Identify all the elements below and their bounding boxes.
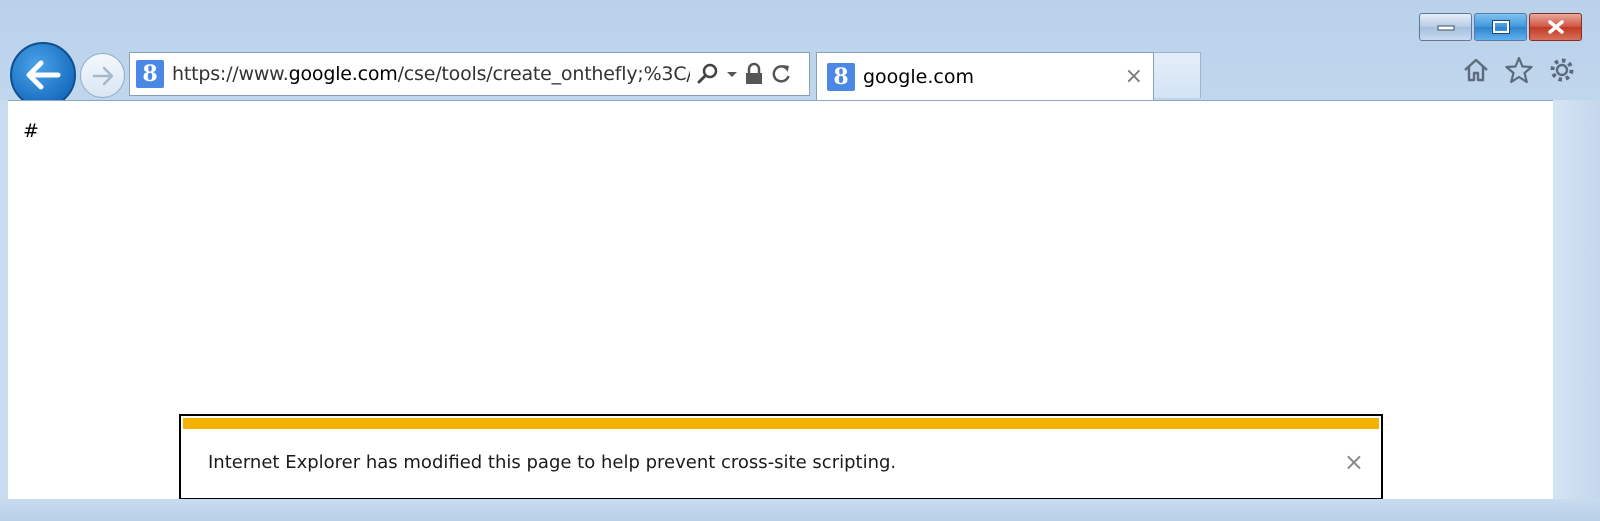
notification-accent-bar xyxy=(183,418,1379,429)
minimize-icon xyxy=(1437,25,1454,31)
lock-icon[interactable] xyxy=(744,62,764,86)
back-button[interactable] xyxy=(10,42,76,108)
command-icons xyxy=(1462,56,1576,84)
tab-favicon: 8 xyxy=(827,62,855,91)
back-arrow-icon xyxy=(26,60,61,90)
notification-close-button[interactable]: × xyxy=(1344,450,1364,474)
site-favicon: 8 xyxy=(136,60,164,88)
home-icon[interactable] xyxy=(1462,56,1490,84)
close-window-button[interactable] xyxy=(1529,13,1582,41)
url-input[interactable]: https://www.google.com/cse/tools/create_… xyxy=(172,63,690,85)
window-frame-bottom xyxy=(0,499,1600,521)
page-text: # xyxy=(23,120,39,142)
page-content: # Internet Explorer has modified this pa… xyxy=(8,100,1553,500)
notification-bar: Internet Explorer has modified this page… xyxy=(179,414,1383,500)
tab-close-button[interactable]: × xyxy=(1125,65,1143,88)
window-frame-right xyxy=(1553,100,1600,499)
url-path: /cse/tools/create_onthefly;%3C/ xyxy=(397,63,690,85)
maximize-icon xyxy=(1491,20,1510,34)
tab-google[interactable]: 8 google.com × xyxy=(816,52,1154,100)
new-tab-button[interactable] xyxy=(1154,52,1201,98)
url-scheme: https://www. xyxy=(172,63,289,85)
address-bar-tools xyxy=(696,62,792,86)
forward-arrow-icon xyxy=(92,66,113,85)
search-icon[interactable] xyxy=(696,62,720,86)
forward-button[interactable] xyxy=(80,53,125,98)
minimize-button[interactable] xyxy=(1419,13,1472,41)
gear-icon[interactable] xyxy=(1548,56,1576,84)
star-icon[interactable] xyxy=(1504,56,1534,84)
notification-message: Internet Explorer has modified this page… xyxy=(208,452,897,473)
window-frame-left xyxy=(0,100,8,499)
refresh-icon[interactable] xyxy=(770,62,792,86)
maximize-button[interactable] xyxy=(1474,13,1527,41)
tab-title: google.com xyxy=(863,65,974,88)
address-bar[interactable]: 8 https://www.google.com/cse/tools/creat… xyxy=(129,52,810,96)
url-domain: google.com xyxy=(288,63,398,85)
window-caption-buttons xyxy=(1419,13,1582,41)
close-icon xyxy=(1547,20,1564,34)
chevron-down-icon[interactable] xyxy=(726,62,738,86)
browser-window: 8 https://www.google.com/cse/tools/creat… xyxy=(0,0,1600,521)
